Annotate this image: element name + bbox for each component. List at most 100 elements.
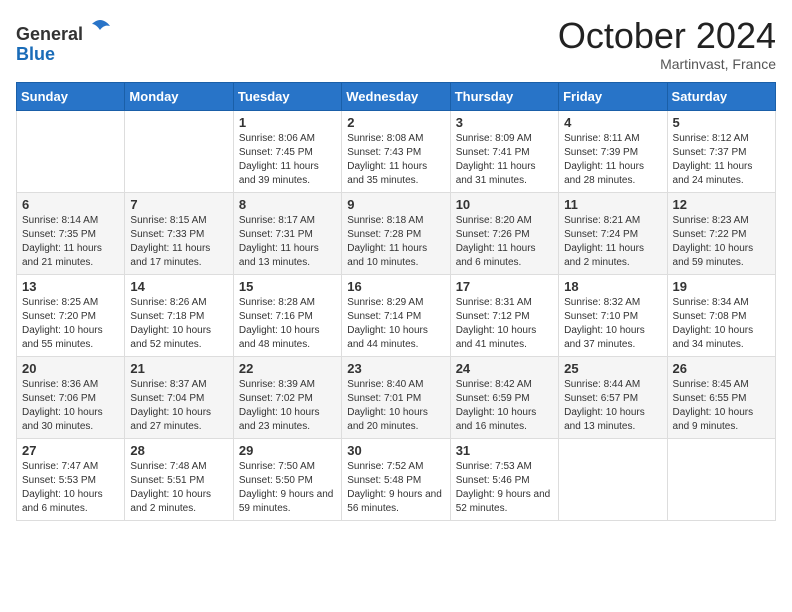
- day-number: 25: [564, 361, 661, 376]
- calendar-cell: 20 Sunrise: 8:36 AMSunset: 7:06 PMDayligh…: [17, 356, 125, 438]
- day-number: 12: [673, 197, 770, 212]
- calendar-header-row: SundayMondayTuesdayWednesdayThursdayFrid…: [17, 82, 776, 110]
- calendar-cell: 16 Sunrise: 8:29 AMSunset: 7:14 PMDayligh…: [342, 274, 450, 356]
- day-info: Sunrise: 7:52 AMSunset: 5:48 PMDaylight:…: [347, 460, 444, 516]
- calendar-table: SundayMondayTuesdayWednesdayThursdayFrid…: [16, 82, 776, 521]
- calendar-cell: 5Sunrise: 8:12 AMSunset: 7:37 PMDaylight…: [667, 110, 775, 192]
- day-info: Sunrise: 7:48 AMSunset: 5:51 PMDaylight:…: [130, 460, 227, 516]
- day-number: 7: [130, 197, 227, 212]
- day-header-wednesday: Wednesday: [342, 82, 450, 110]
- calendar-cell: 19Sunrise: 8:34 AMSunset: 7:08 PMDayligh…: [667, 274, 775, 356]
- day-number: 31: [456, 443, 553, 458]
- day-number: 3: [456, 115, 553, 130]
- calendar-cell: 29 Sunrise: 7:50 AMSunset: 5:50 PMDayligh…: [233, 438, 341, 520]
- calendar-cell: 6Sunrise: 8:14 AMSunset: 7:35 PMDaylight…: [17, 192, 125, 274]
- calendar-week-2: 6Sunrise: 8:14 AMSunset: 7:35 PMDaylight…: [17, 192, 776, 274]
- calendar-cell: [667, 438, 775, 520]
- day-number: 26: [673, 361, 770, 376]
- day-number: 17: [456, 279, 553, 294]
- calendar-cell: 4 Sunrise: 8:11 AMSunset: 7:39 PMDaylight…: [559, 110, 667, 192]
- day-info: Sunrise: 8:29 AMSunset: 7:14 PMDaylight:…: [347, 296, 444, 352]
- day-info: Sunrise: 8:23 AMSunset: 7:22 PMDaylight:…: [673, 214, 770, 270]
- day-info: Sunrise: 8:45 AMSunset: 6:55 PMDaylight:…: [673, 378, 770, 434]
- day-number: 24: [456, 361, 553, 376]
- day-info: Sunrise: 8:31 AMSunset: 7:12 PMDaylight:…: [456, 296, 553, 352]
- calendar-cell: 8 Sunrise: 8:17 AMSunset: 7:31 PMDaylight…: [233, 192, 341, 274]
- day-info: Sunrise: 8:26 AMSunset: 7:18 PMDaylight:…: [130, 296, 227, 352]
- header: General Blue October 2024 Martinvast, Fr…: [16, 16, 776, 72]
- day-info: Sunrise: 8:21 AMSunset: 7:24 PMDaylight:…: [564, 214, 661, 270]
- day-header-monday: Monday: [125, 82, 233, 110]
- calendar-week-1: 1 Sunrise: 8:06 AMSunset: 7:45 PMDaylight…: [17, 110, 776, 192]
- day-info: Sunrise: 8:12 AMSunset: 7:37 PMDaylight:…: [673, 132, 770, 188]
- calendar-cell: 23 Sunrise: 8:40 AMSunset: 7:01 PMDayligh…: [342, 356, 450, 438]
- logo-bird-icon: [88, 27, 112, 44]
- calendar-cell: 31 Sunrise: 7:53 AMSunset: 5:46 PMDayligh…: [450, 438, 558, 520]
- calendar-cell: 22Sunrise: 8:39 AMSunset: 7:02 PMDayligh…: [233, 356, 341, 438]
- day-number: 30: [347, 443, 444, 458]
- day-number: 28: [130, 443, 227, 458]
- calendar-cell: [559, 438, 667, 520]
- day-number: 15: [239, 279, 336, 294]
- calendar-week-4: 20 Sunrise: 8:36 AMSunset: 7:06 PMDayligh…: [17, 356, 776, 438]
- day-info: Sunrise: 7:53 AMSunset: 5:46 PMDaylight:…: [456, 460, 553, 516]
- day-header-saturday: Saturday: [667, 82, 775, 110]
- day-header-sunday: Sunday: [17, 82, 125, 110]
- calendar-cell: 24 Sunrise: 8:42 AMSunset: 6:59 PMDayligh…: [450, 356, 558, 438]
- day-number: 13: [22, 279, 119, 294]
- day-info: Sunrise: 7:50 AMSunset: 5:50 PMDaylight:…: [239, 460, 336, 516]
- day-number: 23: [347, 361, 444, 376]
- day-info: Sunrise: 8:09 AMSunset: 7:41 PMDaylight:…: [456, 132, 553, 188]
- day-info: Sunrise: 8:34 AMSunset: 7:08 PMDaylight:…: [673, 296, 770, 352]
- calendar-cell: 11 Sunrise: 8:21 AMSunset: 7:24 PMDayligh…: [559, 192, 667, 274]
- calendar-cell: 7 Sunrise: 8:15 AMSunset: 7:33 PMDaylight…: [125, 192, 233, 274]
- location: Martinvast, France: [558, 56, 776, 72]
- day-info: Sunrise: 8:20 AMSunset: 7:26 PMDaylight:…: [456, 214, 553, 270]
- day-number: 14: [130, 279, 227, 294]
- calendar-cell: 15 Sunrise: 8:28 AMSunset: 7:16 PMDayligh…: [233, 274, 341, 356]
- day-info: Sunrise: 8:25 AMSunset: 7:20 PMDaylight:…: [22, 296, 119, 352]
- day-info: Sunrise: 8:32 AMSunset: 7:10 PMDaylight:…: [564, 296, 661, 352]
- day-number: 27: [22, 443, 119, 458]
- day-number: 9: [347, 197, 444, 212]
- day-number: 8: [239, 197, 336, 212]
- day-info: Sunrise: 8:40 AMSunset: 7:01 PMDaylight:…: [347, 378, 444, 434]
- calendar-cell: 10 Sunrise: 8:20 AMSunset: 7:26 PMDayligh…: [450, 192, 558, 274]
- day-info: Sunrise: 8:36 AMSunset: 7:06 PMDaylight:…: [22, 378, 119, 434]
- day-number: 2: [347, 115, 444, 130]
- day-number: 1: [239, 115, 336, 130]
- title-area: October 2024 Martinvast, France: [558, 16, 776, 72]
- day-info: Sunrise: 8:11 AMSunset: 7:39 PMDaylight:…: [564, 132, 661, 188]
- day-info: Sunrise: 8:37 AMSunset: 7:04 PMDaylight:…: [130, 378, 227, 434]
- day-number: 11: [564, 197, 661, 212]
- logo-line1: General: [16, 16, 112, 45]
- day-number: 10: [456, 197, 553, 212]
- day-header-thursday: Thursday: [450, 82, 558, 110]
- calendar-cell: 18 Sunrise: 8:32 AMSunset: 7:10 PMDayligh…: [559, 274, 667, 356]
- day-number: 16: [347, 279, 444, 294]
- day-number: 20: [22, 361, 119, 376]
- day-number: 29: [239, 443, 336, 458]
- calendar-cell: [17, 110, 125, 192]
- day-header-friday: Friday: [559, 82, 667, 110]
- day-number: 18: [564, 279, 661, 294]
- calendar-cell: 13 Sunrise: 8:25 AMSunset: 7:20 PMDayligh…: [17, 274, 125, 356]
- calendar-cell: 2Sunrise: 8:08 AMSunset: 7:43 PMDaylight…: [342, 110, 450, 192]
- day-info: Sunrise: 8:28 AMSunset: 7:16 PMDaylight:…: [239, 296, 336, 352]
- day-number: 6: [22, 197, 119, 212]
- logo: General Blue: [16, 16, 112, 65]
- day-info: Sunrise: 7:47 AMSunset: 5:53 PMDaylight:…: [22, 460, 119, 516]
- day-info: Sunrise: 8:39 AMSunset: 7:02 PMDaylight:…: [239, 378, 336, 434]
- day-header-tuesday: Tuesday: [233, 82, 341, 110]
- calendar-cell: 9Sunrise: 8:18 AMSunset: 7:28 PMDaylight…: [342, 192, 450, 274]
- day-info: Sunrise: 8:42 AMSunset: 6:59 PMDaylight:…: [456, 378, 553, 434]
- calendar-week-5: 27 Sunrise: 7:47 AMSunset: 5:53 PMDayligh…: [17, 438, 776, 520]
- day-number: 4: [564, 115, 661, 130]
- calendar-cell: 3 Sunrise: 8:09 AMSunset: 7:41 PMDaylight…: [450, 110, 558, 192]
- day-info: Sunrise: 8:17 AMSunset: 7:31 PMDaylight:…: [239, 214, 336, 270]
- calendar-cell: 12 Sunrise: 8:23 AMSunset: 7:22 PMDayligh…: [667, 192, 775, 274]
- calendar-cell: 21Sunrise: 8:37 AMSunset: 7:04 PMDayligh…: [125, 356, 233, 438]
- day-info: Sunrise: 8:06 AMSunset: 7:45 PMDaylight:…: [239, 132, 336, 188]
- day-info: Sunrise: 8:15 AMSunset: 7:33 PMDaylight:…: [130, 214, 227, 270]
- calendar-cell: 26 Sunrise: 8:45 AMSunset: 6:55 PMDayligh…: [667, 356, 775, 438]
